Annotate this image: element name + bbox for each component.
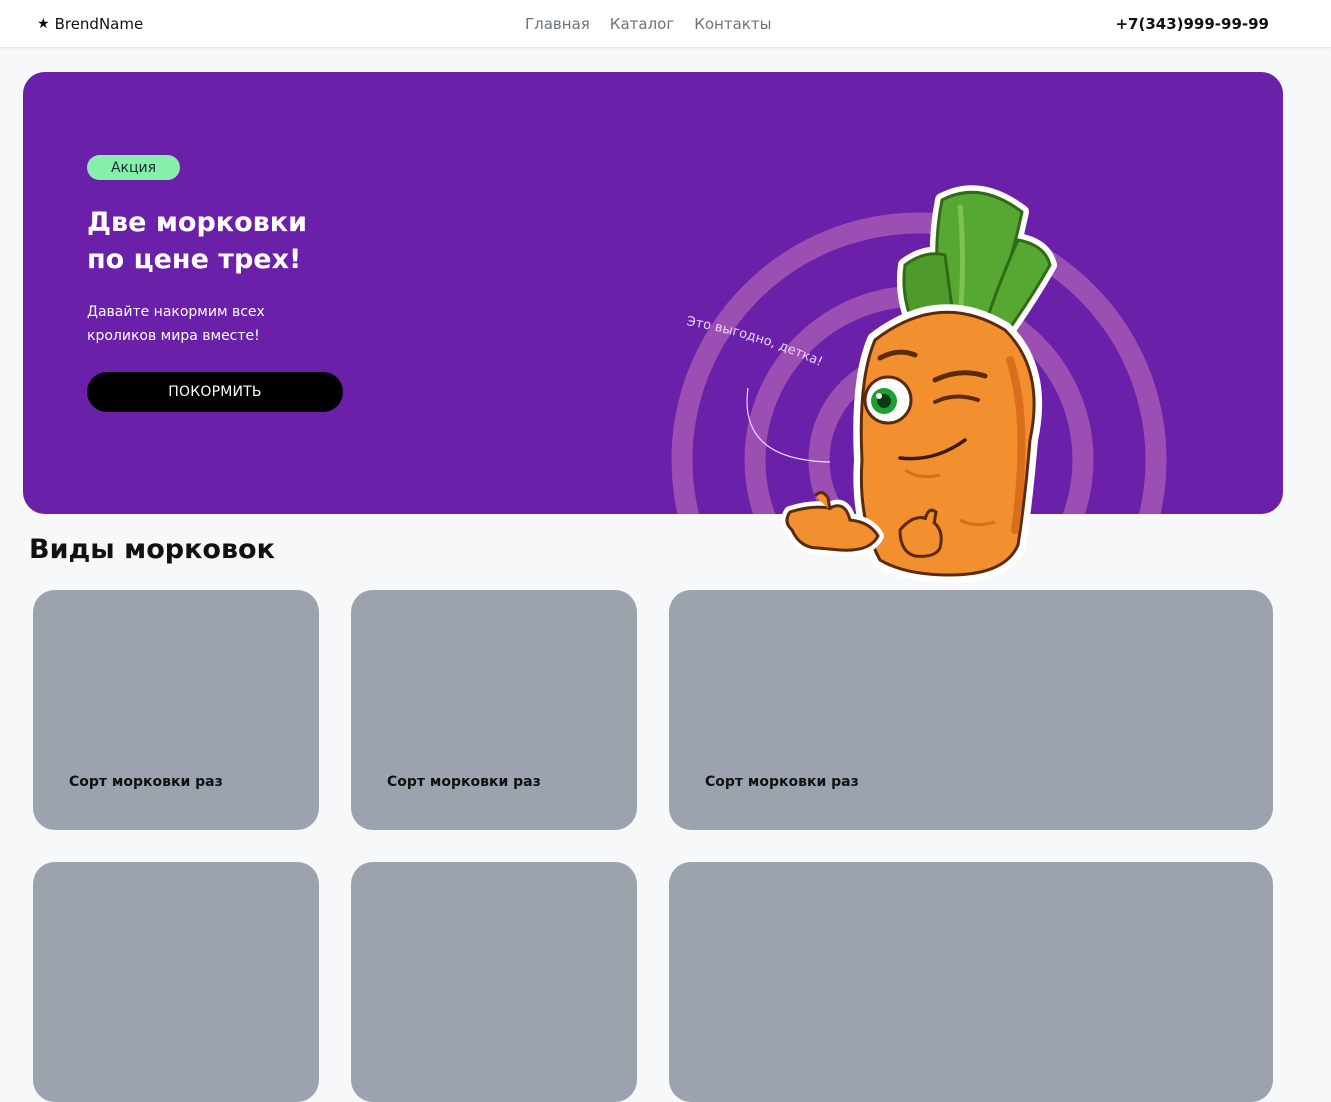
nav-link-contacts[interactable]: Контакты	[694, 15, 771, 33]
product-card[interactable]: Сорт морковки раз	[351, 590, 637, 830]
star-icon: ★	[37, 16, 50, 32]
product-card[interactable]	[33, 862, 319, 1102]
nav-link-catalog[interactable]: Каталог	[610, 15, 674, 33]
promo-title-line1: Две морковки	[87, 207, 307, 238]
product-card-title: Сорт морковки раз	[69, 774, 223, 790]
nav-link-home[interactable]: Главная	[525, 15, 590, 33]
promo-badge: Акция	[87, 155, 180, 180]
promo-subtitle-line2: кроликов мира вместе!	[87, 328, 260, 344]
promo-title-line2: по цене трех!	[87, 244, 302, 275]
product-card[interactable]: Сорт морковки раз	[33, 590, 319, 830]
product-card-title: Сорт морковки раз	[387, 774, 541, 790]
brand-logo[interactable]: ★ BrendName	[37, 15, 143, 33]
phone-number[interactable]: +7(343)999-99-99	[1115, 15, 1269, 33]
site-header: ★ BrendName Главная Каталог Контакты +7(…	[0, 0, 1331, 48]
product-card[interactable]	[351, 862, 637, 1102]
main-nav: Главная Каталог Контакты	[525, 15, 771, 33]
promo-subtitle: Давайте накормим всех кроликов мира вмес…	[87, 300, 307, 348]
promo-subtitle-line1: Давайте накормим всех	[87, 304, 265, 320]
product-card[interactable]: Сорт морковки раз	[669, 590, 1273, 830]
promo-banner: Акция Две морковки по цене трех! Давайте…	[23, 72, 1283, 514]
feed-button[interactable]: ПОКОРМИТЬ	[87, 372, 343, 412]
section-title: Виды морковок	[29, 534, 275, 565]
product-card[interactable]	[669, 862, 1273, 1102]
promo-title: Две морковки по цене трех!	[87, 204, 407, 278]
product-card-title: Сорт морковки раз	[705, 774, 859, 790]
brand-name: BrendName	[54, 15, 144, 33]
